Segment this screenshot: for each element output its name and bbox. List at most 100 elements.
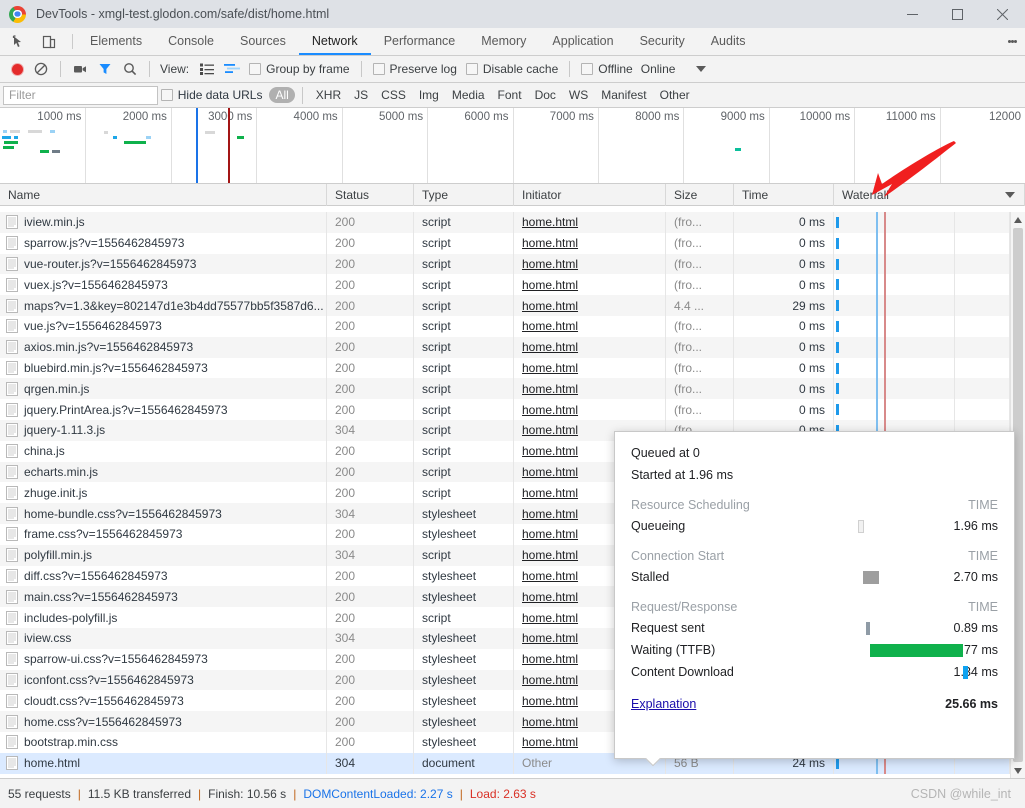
column-header-type[interactable]: Type bbox=[414, 183, 514, 206]
table-row[interactable]: vuex.js?v=1556462845973 200 script home.htm… bbox=[0, 274, 1025, 296]
initiator-link[interactable]: home.html bbox=[522, 694, 578, 708]
type-filter-media[interactable]: Media bbox=[446, 87, 491, 103]
explanation-link[interactable]: Explanation bbox=[631, 697, 696, 711]
scroll-down-icon[interactable] bbox=[1011, 763, 1025, 778]
initiator-link[interactable]: home.html bbox=[522, 527, 578, 541]
type-filter-css[interactable]: CSS bbox=[375, 87, 412, 103]
hide-data-urls-checkbox[interactable]: Hide data URLs bbox=[158, 88, 266, 102]
tab-security[interactable]: Security bbox=[627, 28, 698, 55]
initiator-link[interactable]: home.html bbox=[522, 382, 578, 396]
initiator-link[interactable]: home.html bbox=[522, 319, 578, 333]
initiator-link[interactable]: home.html bbox=[522, 215, 578, 229]
table-row[interactable]: vue.js?v=1556462845973 200 script home.html… bbox=[0, 315, 1025, 337]
more-options-icon[interactable] bbox=[999, 29, 1025, 55]
type-filter-all[interactable]: All bbox=[269, 87, 295, 103]
scroll-up-icon[interactable] bbox=[1011, 212, 1025, 227]
initiator-link[interactable]: home.html bbox=[522, 652, 578, 666]
cell-waterfall[interactable] bbox=[834, 295, 1025, 316]
initiator-link[interactable]: home.html bbox=[522, 715, 578, 729]
initiator-link[interactable]: home.html bbox=[522, 340, 578, 354]
camera-icon[interactable] bbox=[69, 59, 91, 79]
minimize-icon[interactable] bbox=[890, 0, 935, 28]
large-request-rows-icon[interactable] bbox=[196, 59, 218, 79]
type-filter-ws[interactable]: WS bbox=[563, 87, 594, 103]
type-filter-font[interactable]: Font bbox=[492, 87, 528, 103]
search-icon[interactable] bbox=[119, 59, 141, 79]
network-overview-timeline[interactable]: 1000 ms 2000 ms 3000 ms 4000 ms 5000 ms 6000 … bbox=[0, 108, 1025, 184]
tab-sources[interactable]: Sources bbox=[227, 28, 299, 55]
maximize-icon[interactable] bbox=[935, 0, 980, 28]
initiator-link[interactable]: home.html bbox=[522, 257, 578, 271]
initiator-link[interactable]: home.html bbox=[522, 423, 578, 437]
cell-waterfall[interactable] bbox=[834, 274, 1025, 296]
initiator-link[interactable]: home.html bbox=[522, 278, 578, 292]
type-filter-doc[interactable]: Doc bbox=[529, 87, 562, 103]
capture-overview-icon[interactable] bbox=[221, 59, 243, 79]
filter-input[interactable]: Filter bbox=[3, 85, 158, 105]
cell-waterfall[interactable] bbox=[834, 336, 1025, 358]
initiator-link[interactable]: home.html bbox=[522, 486, 578, 500]
type-filter-other[interactable]: Other bbox=[654, 87, 696, 103]
table-row[interactable]: bluebird.min.js?v=1556462845973 200 script… bbox=[0, 357, 1025, 379]
tab-application[interactable]: Application bbox=[539, 28, 626, 55]
timing-track bbox=[806, 665, 968, 679]
record-button[interactable] bbox=[7, 59, 27, 79]
table-row[interactable]: qrgen.min.js 200 script home.html (fro... 0 m… bbox=[0, 378, 1025, 400]
tab-console[interactable]: Console bbox=[155, 28, 227, 55]
initiator-link[interactable]: home.html bbox=[522, 611, 578, 625]
clear-button[interactable] bbox=[30, 59, 52, 79]
table-row[interactable]: iview.min.js 200 script home.html (fro... 0 m… bbox=[0, 212, 1025, 233]
group-by-frame-checkbox[interactable]: Group by frame bbox=[246, 62, 352, 76]
table-row[interactable]: jquery.PrintArea.js?v=1556462845973 200 sc… bbox=[0, 399, 1025, 420]
cell-waterfall[interactable] bbox=[834, 378, 1025, 400]
cell-waterfall[interactable] bbox=[834, 315, 1025, 337]
tab-network[interactable]: Network bbox=[298, 28, 371, 55]
preserve-log-checkbox[interactable]: Preserve log bbox=[370, 62, 460, 76]
initiator-link[interactable]: home.html bbox=[522, 403, 578, 417]
column-header-initiator[interactable]: Initiator bbox=[514, 183, 666, 206]
type-filter-js[interactable]: JS bbox=[348, 87, 374, 103]
inspect-element-icon[interactable] bbox=[6, 29, 32, 55]
column-header-name[interactable]: Name bbox=[0, 183, 327, 206]
column-header-size[interactable]: Size bbox=[666, 183, 734, 206]
initiator-link[interactable]: home.html bbox=[522, 444, 578, 458]
table-row[interactable]: sparrow.js?v=1556462845973 200 script home.… bbox=[0, 232, 1025, 254]
toggle-device-toolbar-icon[interactable] bbox=[36, 29, 62, 55]
cell-waterfall[interactable] bbox=[834, 399, 1025, 420]
cell-waterfall[interactable] bbox=[834, 232, 1025, 254]
initiator-link[interactable]: home.html bbox=[522, 673, 578, 687]
table-row[interactable]: vue-router.js?v=1556462845973 200 script ho… bbox=[0, 253, 1025, 275]
initiator-link[interactable]: home.html bbox=[522, 590, 578, 604]
initiator-link[interactable]: home.html bbox=[522, 631, 578, 645]
column-header-time[interactable]: Time bbox=[734, 183, 834, 206]
column-header-waterfall[interactable]: Waterfall bbox=[834, 183, 1025, 206]
throttling-value[interactable]: Online bbox=[641, 62, 676, 76]
close-icon[interactable] bbox=[980, 0, 1025, 28]
type-filter-img[interactable]: Img bbox=[413, 87, 445, 103]
initiator-link[interactable]: home.html bbox=[522, 299, 578, 313]
initiator-link[interactable]: home.html bbox=[522, 735, 578, 749]
type-filter-xhr[interactable]: XHR bbox=[310, 87, 347, 103]
table-row[interactable]: maps?v=1.3&key=802147d1e3b4dd75577bb5f35… bbox=[0, 295, 1025, 316]
initiator-link[interactable]: home.html bbox=[522, 507, 578, 521]
column-header-status[interactable]: Status bbox=[327, 183, 414, 206]
initiator-link[interactable]: home.html bbox=[522, 548, 578, 562]
type-filter-manifest[interactable]: Manifest bbox=[595, 87, 652, 103]
sort-descending-icon[interactable] bbox=[1005, 191, 1015, 198]
tab-audits[interactable]: Audits bbox=[698, 28, 759, 55]
table-row[interactable]: axios.min.js?v=1556462845973 200 script hom… bbox=[0, 336, 1025, 358]
tab-elements[interactable]: Elements bbox=[77, 28, 155, 55]
tab-performance[interactable]: Performance bbox=[371, 28, 469, 55]
initiator-link[interactable]: home.html bbox=[522, 465, 578, 479]
initiator-link[interactable]: home.html bbox=[522, 236, 578, 250]
chevron-down-icon[interactable] bbox=[696, 66, 707, 72]
initiator-link[interactable]: home.html bbox=[522, 361, 578, 375]
cell-waterfall[interactable] bbox=[834, 357, 1025, 379]
cell-waterfall[interactable] bbox=[834, 253, 1025, 275]
initiator-link[interactable]: home.html bbox=[522, 569, 578, 583]
tab-memory[interactable]: Memory bbox=[468, 28, 539, 55]
offline-checkbox[interactable]: Offline bbox=[578, 62, 635, 76]
filter-icon[interactable] bbox=[94, 59, 116, 79]
cell-waterfall[interactable] bbox=[834, 212, 1025, 233]
disable-cache-checkbox[interactable]: Disable cache bbox=[463, 62, 561, 76]
